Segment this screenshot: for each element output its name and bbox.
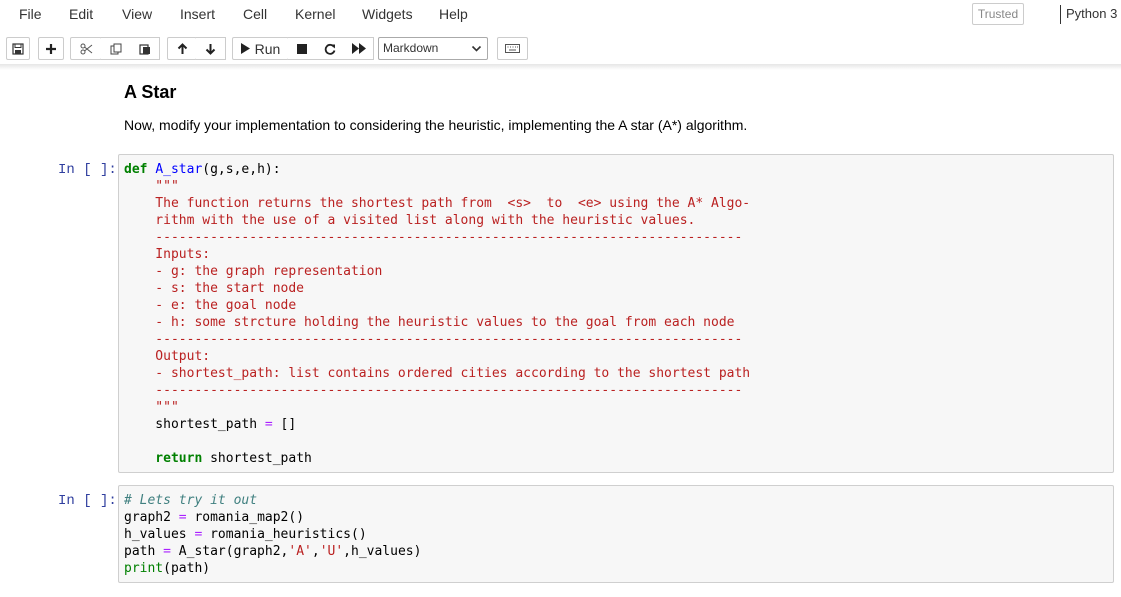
- play-icon: [240, 43, 250, 54]
- code-line: Output:: [124, 349, 211, 364]
- code-token: =: [264, 417, 273, 432]
- menu-cell[interactable]: Cell: [243, 6, 267, 22]
- command-palette-button[interactable]: [497, 37, 528, 60]
- chevron-down-icon: [471, 45, 482, 52]
- code-token: A_star(graph2,: [170, 544, 289, 559]
- cell-prompt: In [ ]:: [58, 493, 117, 509]
- code-line: - h: some strcture holding the heuristic…: [124, 315, 735, 330]
- code-token: romania_map2(): [186, 510, 305, 525]
- code-line: ----------------------------------------…: [124, 383, 743, 398]
- menu-help[interactable]: Help: [439, 6, 468, 22]
- stop-icon: [297, 43, 307, 54]
- code-token: =: [163, 544, 171, 559]
- code-line: - s: the start node: [124, 281, 305, 296]
- plus-icon: [46, 43, 56, 54]
- code-token: graph2: [124, 510, 179, 525]
- code-line: print(path): [124, 560, 210, 577]
- restart-icon: [324, 43, 336, 55]
- code-token: 'A': [288, 544, 312, 559]
- save-button[interactable]: [6, 37, 30, 60]
- code-line: def A_star(g,s,e,h):: [124, 161, 281, 178]
- kernel-name: Python 3: [1066, 6, 1118, 21]
- keyboard-icon: [505, 44, 520, 53]
- restart-button[interactable]: [316, 37, 345, 60]
- code-token: path: [124, 544, 164, 559]
- code-token: shortest_path: [124, 417, 265, 432]
- code-line: Inputs:: [124, 247, 211, 262]
- cell-prompt: In [ ]:: [58, 162, 117, 178]
- scissors-icon: [80, 43, 92, 54]
- code-line: shortest_path = []: [124, 416, 296, 433]
- code-cell-editor[interactable]: # Lets try it out graph2 = romania_map2(…: [118, 485, 1114, 583]
- restart-run-all-button[interactable]: [344, 37, 374, 60]
- paste-button[interactable]: [130, 37, 160, 60]
- code-line: """: [124, 400, 179, 415]
- code-line: rithm with the use of a visited list alo…: [124, 213, 696, 228]
- code-line: # Lets try it out: [124, 493, 258, 508]
- cut-button[interactable]: [70, 37, 102, 60]
- kernel-divider: [1060, 5, 1061, 24]
- code-line: h_values = romania_heuristics(): [124, 526, 367, 543]
- markdown-heading: A Star: [124, 82, 177, 102]
- code-line: ----------------------------------------…: [124, 230, 743, 245]
- trusted-badge[interactable]: Trusted: [972, 3, 1024, 25]
- run-button[interactable]: Run: [232, 37, 289, 60]
- menu-widgets[interactable]: Widgets: [362, 6, 413, 22]
- code-token: ,h_values): [343, 544, 422, 559]
- code-token: return: [124, 451, 203, 466]
- code-cell-editor[interactable]: def A_star(g,s,e,h): """ The function re…: [118, 154, 1114, 473]
- cell-type-select[interactable]: Markdown: [378, 37, 488, 60]
- code-token: (path): [163, 561, 211, 576]
- paste-icon: [138, 43, 150, 55]
- copy-icon: [110, 43, 121, 54]
- run-label: Run: [254, 40, 281, 57]
- code-line: - g: the graph representation: [124, 264, 383, 279]
- code-token: []: [272, 417, 297, 432]
- copy-button[interactable]: [101, 37, 131, 60]
- menu-edit[interactable]: Edit: [69, 6, 93, 22]
- menu-view[interactable]: View: [122, 6, 152, 22]
- code-token: A_star: [155, 162, 203, 177]
- toolbar: Run Markdown: [0, 33, 1121, 65]
- move-up-button[interactable]: [167, 37, 197, 60]
- code-token: 'U': [319, 544, 344, 559]
- code-line: graph2 = romania_map2(): [124, 509, 304, 526]
- code-line: - e: the goal node: [124, 298, 297, 313]
- code-line: return shortest_path: [124, 450, 312, 467]
- code-token: h_values: [124, 527, 195, 542]
- save-icon: [12, 42, 24, 55]
- toolbar-shadow: [0, 64, 1121, 70]
- code-line: The function returns the shortest path f…: [124, 196, 751, 211]
- code-line: - shortest_path: list contains ordered c…: [124, 366, 751, 381]
- code-token: (g,s,e,h):: [202, 162, 281, 177]
- code-token: =: [178, 510, 187, 525]
- code-token: shortest_path: [202, 451, 312, 466]
- code-token: ,: [311, 544, 320, 559]
- insert-cell-button[interactable]: [38, 37, 64, 60]
- code-token: romania_heuristics(): [202, 527, 367, 542]
- code-line: ----------------------------------------…: [124, 332, 743, 347]
- code-token: def: [124, 162, 148, 177]
- arrow-up-icon: [177, 42, 187, 54]
- interrupt-button[interactable]: [288, 37, 317, 60]
- arrow-down-icon: [205, 43, 216, 55]
- cell-type-value: Markdown: [383, 41, 439, 55]
- code-line: path = A_star(graph2,'A','U',h_values): [124, 543, 421, 560]
- markdown-paragraph: Now, modify your implementation to consi…: [124, 117, 748, 133]
- fast-forward-icon: [351, 43, 366, 54]
- menu-kernel[interactable]: Kernel: [295, 6, 335, 22]
- code-token: print: [124, 561, 164, 576]
- menu-file[interactable]: File: [19, 6, 42, 22]
- code-line: """: [124, 179, 179, 194]
- menu-insert[interactable]: Insert: [180, 6, 215, 22]
- move-down-button[interactable]: [196, 37, 226, 60]
- menubar: File Edit View Insert Cell Kernel Widget…: [0, 0, 1121, 30]
